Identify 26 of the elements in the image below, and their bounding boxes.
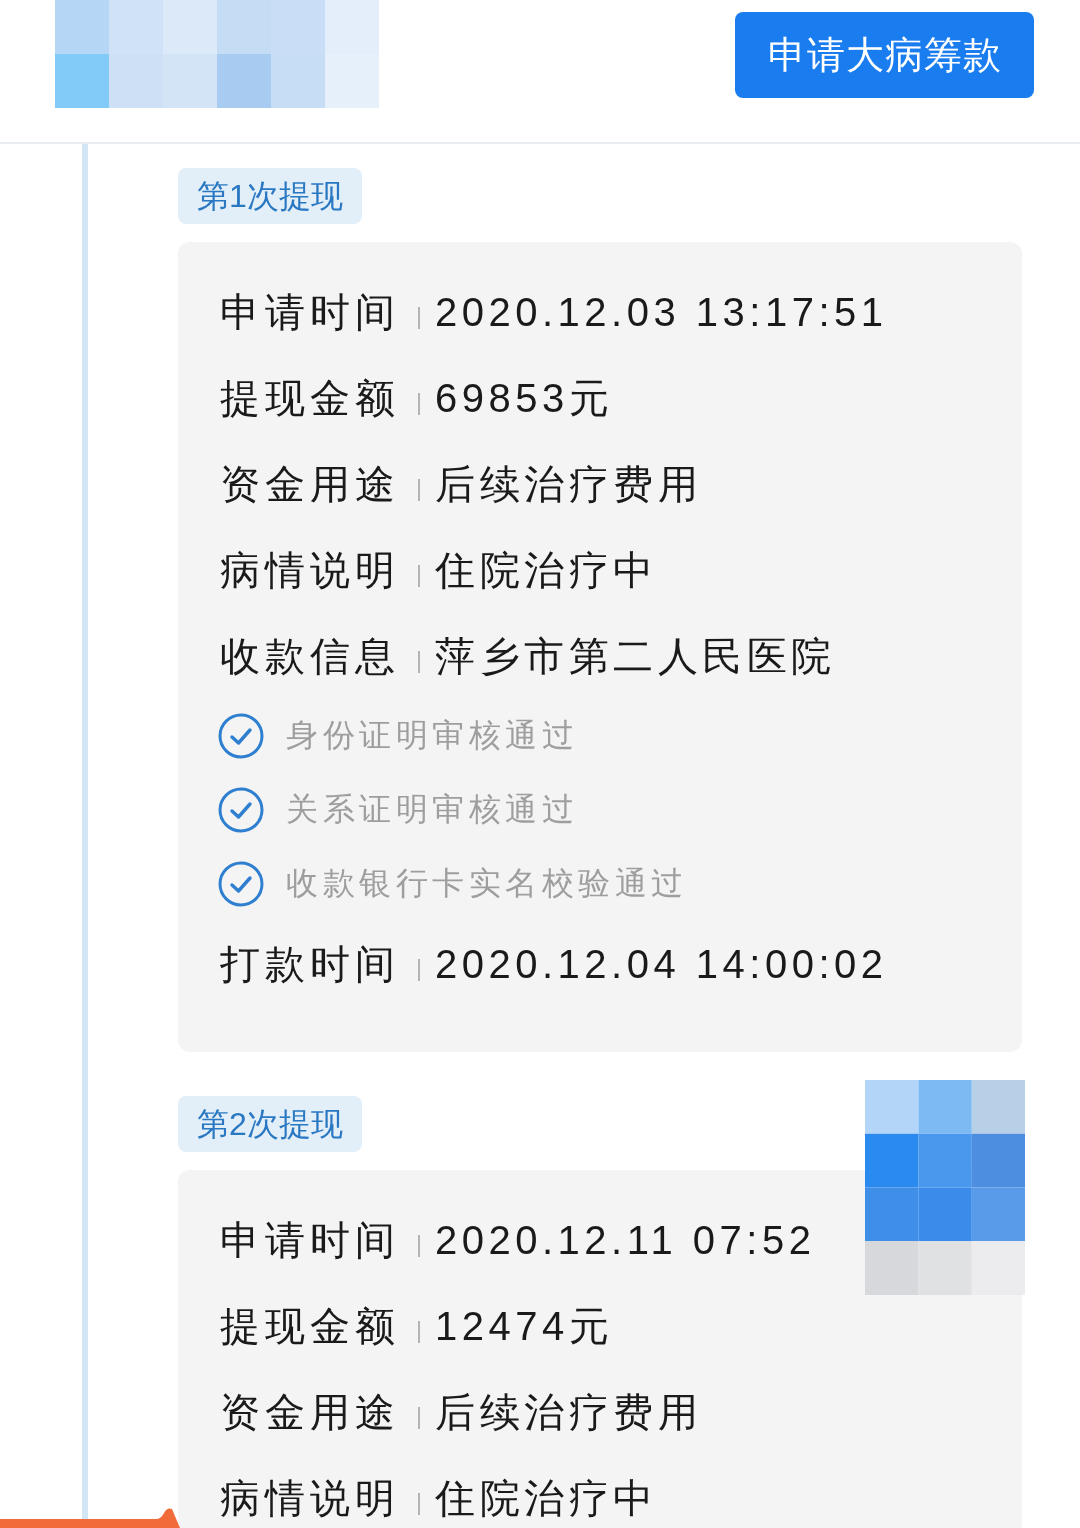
field-label: 提现金额	[220, 1302, 400, 1350]
field-value: 69853元	[435, 374, 614, 422]
withdrawal-tag: 第2次提现	[178, 1096, 362, 1152]
check-label: 收款银行卡实名校验通过	[286, 864, 688, 903]
field-label: 申请时间	[220, 288, 400, 336]
field-value: 住院治疗中	[435, 1474, 658, 1522]
field-label: 收款信息	[220, 632, 400, 680]
field-label: 打款时间	[220, 940, 400, 988]
field-value: 住院治疗中	[435, 546, 658, 594]
withdrawal-tag: 第1次提现	[178, 168, 362, 224]
field-value: 2020.12.04 14:00:02	[435, 941, 888, 987]
field-label: 申请时间	[220, 1216, 400, 1264]
field-label: 资金用途	[220, 1388, 400, 1436]
field-value: 萍乡市第二人民医院	[435, 632, 836, 680]
apply-button[interactable]: 申请大病筹款	[735, 12, 1034, 98]
field-label: 病情说明	[220, 1474, 400, 1522]
field-value: 2020.12.03 13:17:51	[435, 289, 888, 335]
field-label: 病情说明	[220, 546, 400, 594]
field-value: 后续治疗费用	[435, 1388, 702, 1436]
field-value: 后续治疗费用	[435, 460, 702, 508]
field-label: 资金用途	[220, 460, 400, 508]
field-label: 提现金额	[220, 374, 400, 422]
field-value: 2020.12.11 07:52	[435, 1217, 816, 1263]
check-label: 关系证明审核通过	[286, 790, 578, 829]
check-label: 身份证明审核通过	[286, 716, 578, 755]
field-value: 12474元	[435, 1302, 614, 1350]
